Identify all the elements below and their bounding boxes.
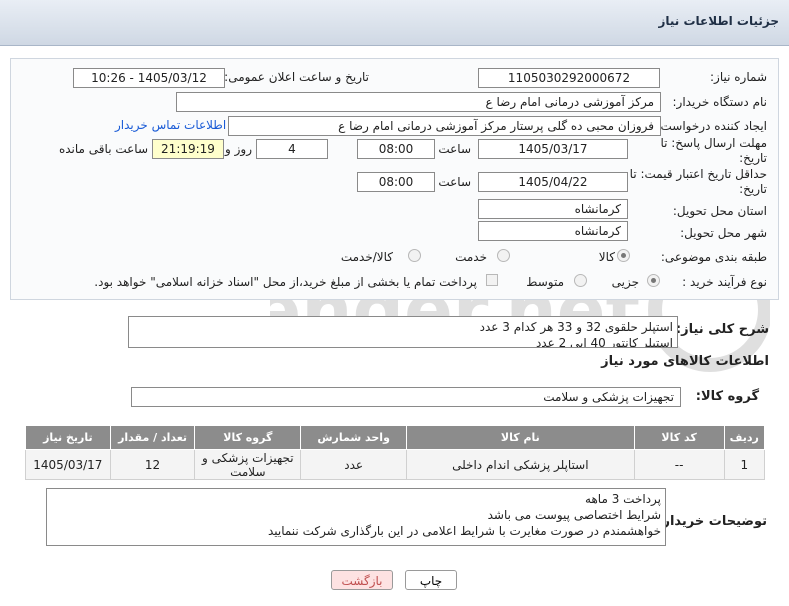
goods-info-title: اطلاعات کالاهای مورد نیاز (601, 354, 769, 369)
process-radio-small[interactable] (647, 274, 660, 287)
col-need-date: تاریخ نیاز (25, 425, 111, 450)
creator-field: فروزان محبی ده گلی پرستار مرکز آموزشی در… (228, 116, 661, 136)
category-option-goods-service: کالا/خدمت (340, 250, 393, 264)
treasury-payment-checkbox[interactable] (486, 274, 498, 286)
validity-label: حداقل تاریخ اعتبار قیمت: تا تاریخ: (629, 167, 767, 196)
city-label: شهر محل تحویل: (680, 226, 767, 240)
buyer-org-label: نام دستگاه خریدار: (672, 95, 768, 109)
deadline-time-label: ساعت (438, 142, 471, 156)
col-unit: واحد شمارش (300, 425, 408, 450)
category-radio-goods[interactable] (617, 249, 630, 262)
cell-need-date: 1405/03/17 (25, 449, 111, 480)
process-option-small: جزیی (611, 275, 639, 289)
validity-time-label: ساعت (438, 175, 471, 189)
need-description-label: شرح کلی نیاز: (675, 322, 769, 337)
category-label: طبقه بندی موضوعی: (660, 250, 767, 264)
remaining-days-field: 4 (256, 139, 328, 159)
print-button[interactable]: چاپ (405, 570, 457, 590)
page-title: جزئیات اطلاعات نیاز (658, 14, 779, 28)
buyer-contact-link[interactable]: اطلاعات تماس خریدار (115, 118, 226, 132)
goods-table: ردیف کد کالا نام کالا واحد شمارش گروه کا… (25, 425, 766, 480)
announce-field: 1405/03/12 - 10:26 (73, 68, 225, 88)
need-description-text: استپلر حلقوی 32 و 33 هر کدام 3 عدد استپل… (128, 316, 678, 348)
buyer-notes-text: پرداخت 3 ماهه شرایط اختصاصی پیوست می باش… (46, 488, 666, 546)
goods-group-label: گروه کالا: (695, 389, 759, 404)
need-number-field: 1105030292000672 (478, 68, 660, 88)
validity-time-field: 08:00 (357, 172, 435, 192)
treasury-payment-note: پرداخت تمام یا بخشی از مبلغ خرید،از محل … (94, 275, 477, 289)
page-header: جزئیات اطلاعات نیاز (0, 0, 789, 46)
category-radio-goods-service[interactable] (408, 249, 421, 262)
cell-goods-group: تجهیزات پزشکی و سلامت (194, 449, 302, 480)
cell-item-name: استاپلر پزشکی اندام داخلی (406, 449, 635, 480)
announce-label: تاریخ و ساعت اعلان عمومی: (224, 70, 369, 84)
buyer-org-field: مرکز آموزشی درمانی امام رضا ع (176, 92, 661, 112)
goods-group-field: تجهیزات پزشکی و سلامت (131, 387, 681, 407)
remaining-label: ساعت باقی مانده (58, 142, 148, 156)
deadline-time-field: 08:00 (357, 139, 435, 159)
buyer-notes-label: توضیحات خریدار: (657, 514, 767, 529)
deadline-date-field: 1405/03/17 (478, 139, 628, 159)
table-row: 1 -- استاپلر پزشکی اندام داخلی عدد تجهیز… (25, 449, 766, 480)
cell-item-code: -- (633, 449, 725, 480)
creator-label: ایجاد کننده درخواست: (656, 119, 767, 133)
category-option-goods: کالا (598, 250, 615, 264)
cell-unit: عدد (300, 449, 408, 480)
table-header-row: ردیف کد کالا نام کالا واحد شمارش گروه کا… (25, 425, 766, 450)
province-field: کرمانشاه (478, 199, 628, 219)
days-and-label: روز و (225, 142, 252, 156)
category-radio-service[interactable] (497, 249, 510, 262)
province-label: استان محل تحویل: (672, 204, 767, 218)
cell-row-number: 1 (723, 449, 766, 480)
validity-date-field: 1405/04/22 (478, 172, 628, 192)
process-label: نوع فرآیند خرید : (682, 275, 767, 289)
need-number-label: شماره نیاز: (710, 70, 767, 84)
deadline-label: مهلت ارسال پاسخ: تا تاریخ: (660, 136, 767, 165)
process-radio-medium[interactable] (574, 274, 587, 287)
col-item-name: نام کالا (406, 425, 635, 450)
col-item-code: کد کالا (633, 425, 725, 450)
category-option-service: خدمت (455, 250, 487, 264)
col-row-number: ردیف (723, 425, 766, 450)
back-button[interactable]: بازگشت (331, 570, 393, 590)
city-field: کرمانشاه (478, 221, 628, 241)
process-option-medium: متوسط (526, 275, 564, 289)
col-goods-group: گروه کالا (194, 425, 302, 450)
col-quantity: تعداد / مقدار (109, 425, 196, 450)
remaining-time-field: 21:19:19 (152, 139, 224, 159)
cell-quantity: 12 (109, 449, 196, 480)
